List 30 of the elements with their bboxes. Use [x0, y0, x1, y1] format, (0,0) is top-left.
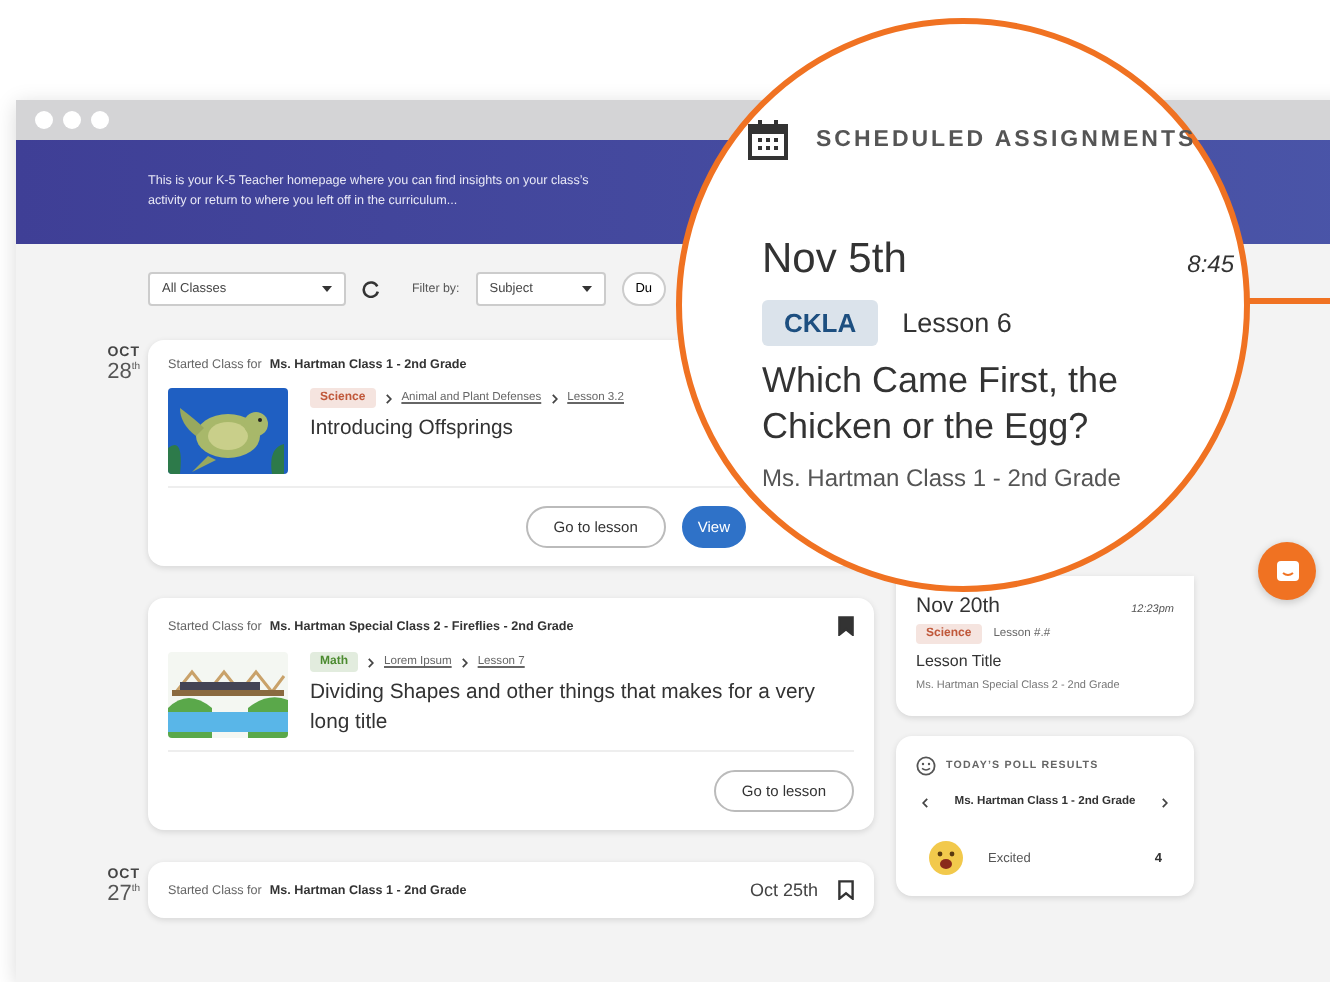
bridge-illustration	[168, 652, 288, 738]
date-day: 28$^{th}$	[107, 360, 140, 384]
scheduled-date: Nov 20th	[916, 594, 1001, 618]
chevron-icon	[385, 393, 392, 403]
class-name: Ms. Hartman Class 1 - 2nd Grade	[762, 464, 1123, 492]
card-date: Oct 25th	[749, 880, 818, 900]
lesson-number: Lesson 6	[902, 308, 1012, 338]
chevron-icon	[461, 657, 468, 667]
refresh-icon[interactable]	[362, 280, 380, 298]
chevron-icon	[368, 657, 374, 667]
next-class-button[interactable]	[1156, 797, 1174, 807]
lesson-title: Lesson Title	[916, 652, 1004, 670]
bookmark-icon[interactable]	[838, 616, 854, 636]
section-title: SCHEDULED ASSIGNMENTS	[816, 128, 1197, 152]
chevron-icon	[551, 393, 558, 403]
chat-icon	[1275, 559, 1299, 583]
scheduled-date: Nov 5th	[762, 236, 907, 284]
lesson-title: Dividing Shapes and other things that makes for a very long title	[310, 680, 817, 738]
calendar-icon	[748, 120, 788, 160]
bookmark-icon[interactable]	[838, 880, 854, 900]
assignment-title: Which Came First, the Chicken or the Egg?	[762, 358, 1121, 450]
caret-icon	[581, 286, 592, 292]
turtle-illustration	[168, 388, 288, 474]
emoji-icon	[928, 840, 964, 876]
subject-tag: CKLA	[762, 300, 879, 346]
smiley-icon	[916, 756, 936, 776]
previous-class-button[interactable]	[916, 797, 934, 807]
scheduled-time: 8:45	[1187, 250, 1234, 278]
caret-icon	[322, 286, 332, 292]
date-day: 27$^{th}$	[107, 882, 140, 906]
